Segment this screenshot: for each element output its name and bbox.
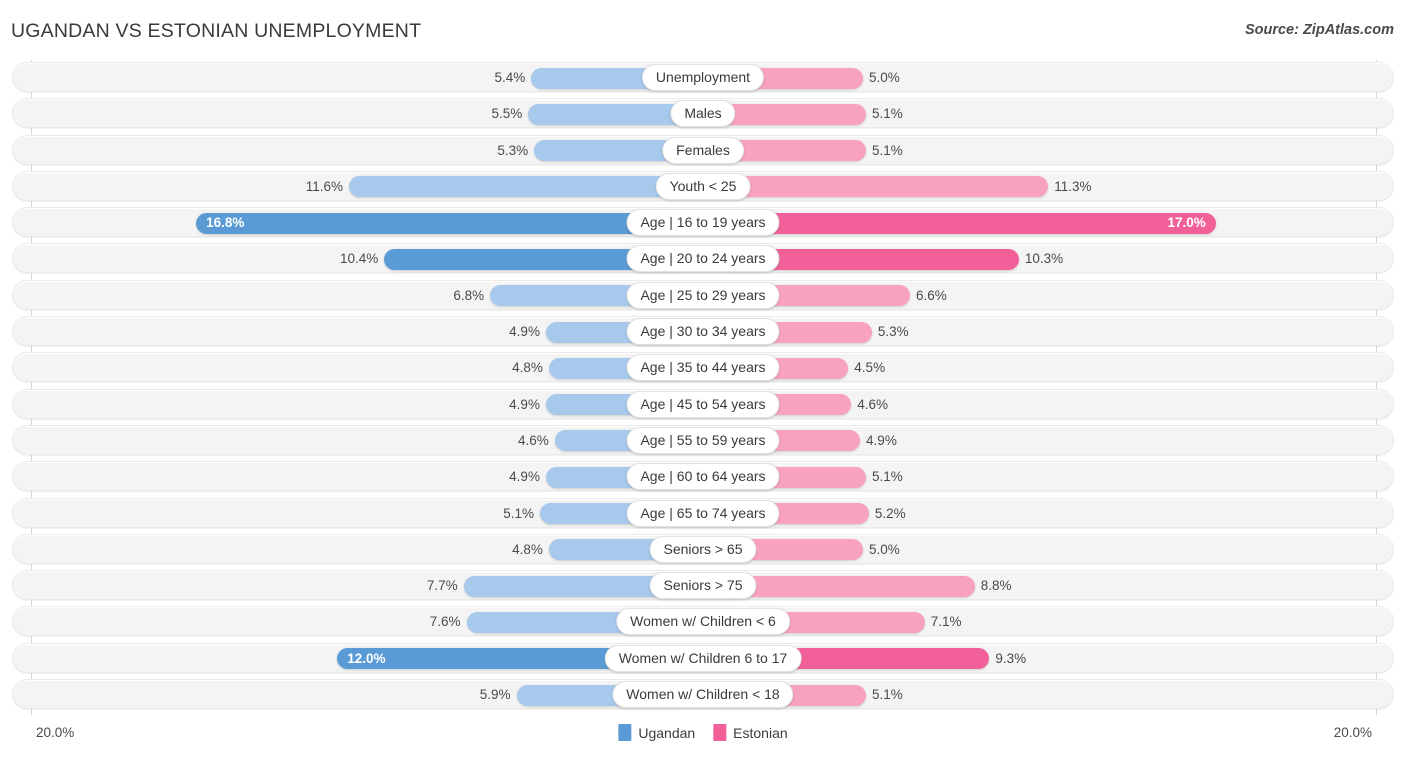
table-row: 4.9% 5.1% Age | 60 to 64 years (0, 459, 1406, 495)
table-row: 16.8% 17.0% Age | 16 to 19 years (0, 205, 1406, 241)
table-row: 4.9% 5.3% Age | 30 to 34 years (0, 314, 1406, 350)
legend-label: Estonian (733, 724, 788, 741)
row-category-label: Women w/ Children < 18 (612, 681, 794, 709)
chart-plot-area: 5.4% 5.0% Unemployment 5.5% 5.1% Males 5.3% 5.1… (0, 60, 1406, 715)
value-label-ugandan: 5.5% (491, 106, 523, 122)
row-category-label: Age | 16 to 19 years (626, 209, 780, 237)
axis-min-label: 20.0% (36, 725, 75, 740)
row-category-label: Youth < 25 (655, 172, 751, 200)
value-label-estonian: 17.0% (1167, 215, 1206, 231)
bar-ugandan (348, 176, 690, 198)
value-label-ugandan: 5.3% (497, 142, 529, 158)
row-category-label: Women w/ Children 6 to 17 (604, 644, 802, 672)
bar-ugandan (196, 212, 690, 234)
row-category-label: Age | 25 to 29 years (626, 281, 780, 309)
table-row: 11.6% 11.3% Youth < 25 (0, 169, 1406, 205)
source-attribution: Source: ZipAtlas.com (1244, 22, 1394, 38)
value-label-ugandan: 4.9% (509, 324, 540, 340)
row-category-label: Age | 20 to 24 years (626, 245, 780, 273)
value-label-estonian: 9.3% (995, 650, 1027, 666)
bar-ugandan (528, 103, 690, 125)
value-label-ugandan: 4.8% (512, 541, 543, 557)
bar-estonian (716, 212, 1216, 234)
table-row: 7.6% 7.1% Women w/ Children < 6 (0, 604, 1406, 640)
value-label-ugandan: 4.9% (509, 469, 540, 485)
chart-footer: 20.0% 20.0% Ugandan Estonian (0, 715, 1406, 757)
table-row: 5.1% 5.2% Age | 65 to 74 years (0, 496, 1406, 532)
row-category-label: Age | 65 to 74 years (626, 499, 780, 527)
table-row: 5.3% 5.1% Females (0, 133, 1406, 169)
value-label-estonian: 6.6% (916, 287, 947, 303)
bar-estonian (716, 176, 1049, 198)
row-category-label: Seniors > 75 (649, 572, 757, 600)
value-label-ugandan: 16.8% (206, 215, 245, 231)
value-label-estonian: 5.3% (877, 324, 909, 340)
legend-item[interactable]: Ugandan (618, 724, 695, 741)
value-label-ugandan: 6.8% (453, 287, 485, 303)
legend-label: Ugandan (638, 724, 696, 741)
value-label-ugandan: 5.4% (494, 70, 526, 85)
value-label-estonian: 5.1% (871, 469, 903, 485)
value-label-estonian: 5.1% (871, 106, 903, 122)
value-label-estonian: 4.9% (866, 432, 897, 448)
row-category-label: Age | 60 to 64 years (626, 463, 780, 491)
row-category-label: Women w/ Children < 6 (616, 608, 790, 636)
value-label-estonian: 10.3% (1024, 251, 1064, 267)
bar-rows: 5.4% 5.0% Unemployment 5.5% 5.1% Males 5.3% 5.1… (0, 60, 1406, 713)
row-category-label: Age | 55 to 59 years (626, 426, 780, 454)
value-label-estonian: 5.0% (869, 70, 900, 85)
table-row: 4.6% 4.9% Age | 55 to 59 years (0, 423, 1406, 459)
table-row: 4.8% 4.5% Age | 35 to 44 years (0, 350, 1406, 386)
chart-header: UGANDAN VS ESTONIAN UNEMPLOYMENT Source:… (0, 0, 1406, 58)
value-label-ugandan: 4.9% (509, 396, 540, 412)
row-category-label: Age | 35 to 44 years (626, 354, 780, 382)
row-category-label: Females (662, 136, 744, 164)
value-label-ugandan: 5.9% (479, 687, 511, 703)
table-row: 10.4% 10.3% Age | 20 to 24 years (0, 241, 1406, 277)
legend-item[interactable]: Estonian (713, 724, 788, 741)
row-category-label: Age | 45 to 54 years (626, 390, 780, 418)
value-label-ugandan: 12.0% (347, 650, 386, 666)
value-label-ugandan: 10.4% (339, 251, 379, 267)
bar-estonian (716, 103, 866, 125)
value-label-estonian: 8.8% (980, 578, 1012, 594)
chart-legend: Ugandan Estonian (618, 724, 788, 741)
row-category-label: Males (670, 100, 736, 128)
axis-max-label: 20.0% (1333, 725, 1372, 740)
row-category-label: Unemployment (641, 64, 765, 91)
value-label-estonian: 5.2% (874, 505, 906, 521)
value-label-estonian: 5.1% (871, 142, 903, 158)
table-row: 12.0% 9.3% Women w/ Children 6 to 17 (0, 641, 1406, 677)
table-row: 5.9% 5.1% Women w/ Children < 18 (0, 677, 1406, 713)
value-label-ugandan: 4.8% (512, 360, 543, 376)
page-title: UGANDAN VS ESTONIAN UNEMPLOYMENT (11, 20, 422, 42)
row-category-label: Age | 30 to 34 years (626, 318, 780, 346)
table-row: 5.5% 5.1% Males (0, 96, 1406, 132)
table-row: 4.9% 4.6% Age | 45 to 54 years (0, 387, 1406, 423)
table-row: 7.7% 8.8% Seniors > 75 (0, 568, 1406, 604)
value-label-ugandan: 7.7% (426, 578, 458, 594)
value-label-estonian: 11.3% (1054, 178, 1092, 194)
value-label-estonian: 7.1% (930, 614, 962, 630)
table-row: 5.4% 5.0% Unemployment (0, 60, 1406, 96)
table-row: 6.8% 6.6% Age | 25 to 29 years (0, 278, 1406, 314)
value-label-ugandan: 7.6% (429, 614, 461, 630)
value-label-estonian: 4.6% (857, 396, 889, 412)
value-label-estonian: 4.5% (854, 360, 886, 376)
value-label-ugandan: 5.1% (503, 505, 535, 521)
value-label-estonian: 5.0% (869, 541, 900, 557)
value-label-ugandan: 4.6% (517, 432, 549, 448)
value-label-ugandan: 11.6% (305, 178, 343, 194)
table-row: 4.8% 5.0% Seniors > 65 (0, 532, 1406, 568)
value-label-estonian: 5.1% (871, 687, 903, 703)
legend-swatch-icon (713, 724, 727, 741)
legend-swatch-icon (618, 724, 632, 741)
row-category-label: Seniors > 65 (649, 535, 757, 563)
